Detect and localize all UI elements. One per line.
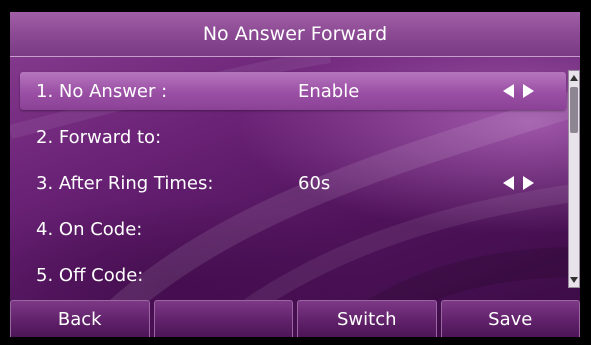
menu-item-value: 60s [298, 172, 331, 194]
menu-item-label: 2. Forward to: [36, 126, 162, 148]
option-arrows[interactable] [503, 176, 534, 190]
left-arrow-icon[interactable] [503, 176, 514, 190]
scroll-thumb[interactable] [570, 87, 578, 133]
phone-screen: No Answer Forward 1. No Answer : Enable … [0, 0, 591, 345]
menu-item-label: 1. No Answer : [36, 80, 168, 102]
scroll-down-icon[interactable] [570, 275, 578, 285]
menu-item-label: 5. Off Code: [36, 264, 144, 286]
menu-item-off-code[interactable]: 5. Off Code: [20, 256, 566, 294]
empty-softkey[interactable] [153, 300, 293, 337]
title-bar: No Answer Forward [10, 12, 580, 57]
menu-item-label: 3. After Ring Times: [36, 172, 214, 194]
softkey-bar: Back Switch Save [10, 300, 580, 337]
back-button[interactable]: Back [10, 300, 150, 337]
save-button[interactable]: Save [440, 300, 580, 337]
menu-item-on-code[interactable]: 4. On Code: [20, 210, 566, 248]
menu-item-value: Enable [298, 80, 360, 102]
scroll-up-icon[interactable] [570, 73, 578, 83]
left-arrow-icon[interactable] [503, 84, 514, 98]
lcd-display: No Answer Forward 1. No Answer : Enable … [10, 12, 580, 337]
menu-item-label: 4. On Code: [36, 218, 143, 240]
switch-button[interactable]: Switch [297, 300, 437, 337]
right-arrow-icon[interactable] [523, 84, 534, 98]
menu-item-no-answer[interactable]: 1. No Answer : Enable [20, 72, 566, 110]
menu-item-after-ring-times[interactable]: 3. After Ring Times: 60s [20, 164, 566, 202]
scrollbar[interactable] [568, 70, 580, 288]
option-arrows[interactable] [503, 84, 534, 98]
menu-item-forward-to[interactable]: 2. Forward to: [20, 118, 566, 156]
right-arrow-icon[interactable] [523, 176, 534, 190]
page-title: No Answer Forward [202, 23, 388, 45]
